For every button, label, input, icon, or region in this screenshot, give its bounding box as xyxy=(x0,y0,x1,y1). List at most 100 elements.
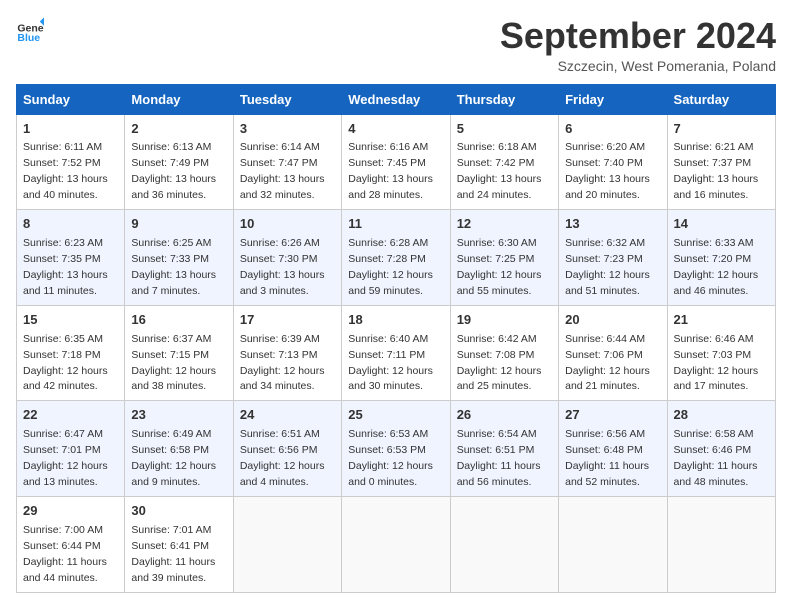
calendar-table: Sunday Monday Tuesday Wednesday Thursday… xyxy=(16,84,776,593)
logo-icon: General Blue xyxy=(16,16,44,44)
day-number: 7 xyxy=(674,120,769,139)
weekday-header-row: Sunday Monday Tuesday Wednesday Thursday… xyxy=(17,84,776,114)
calendar-cell xyxy=(559,496,667,592)
calendar-cell xyxy=(342,496,450,592)
logo: General Blue xyxy=(16,16,44,44)
title-area: September 2024 Szczecin, West Pomerania,… xyxy=(500,16,776,74)
day-number: 28 xyxy=(674,406,769,425)
day-info: Sunrise: 6:20 AMSunset: 7:40 PMDaylight:… xyxy=(565,141,650,201)
day-number: 10 xyxy=(240,215,335,234)
day-info: Sunrise: 6:54 AMSunset: 6:51 PMDaylight:… xyxy=(457,428,541,488)
day-info: Sunrise: 6:44 AMSunset: 7:06 PMDaylight:… xyxy=(565,333,650,393)
calendar-cell: 20 Sunrise: 6:44 AMSunset: 7:06 PMDayligh… xyxy=(559,305,667,401)
header-thursday: Thursday xyxy=(450,84,558,114)
day-number: 17 xyxy=(240,311,335,330)
calendar-cell: 12Sunrise: 6:30 AMSunset: 7:25 PMDayligh… xyxy=(450,210,558,306)
day-info: Sunrise: 6:37 AMSunset: 7:15 PMDaylight:… xyxy=(131,333,216,393)
calendar-cell: 18Sunrise: 6:40 AMSunset: 7:11 PMDayligh… xyxy=(342,305,450,401)
calendar-cell: 25 Sunrise: 6:53 AMSunset: 6:53 PMDayligh… xyxy=(342,401,450,497)
day-info: Sunrise: 6:39 AMSunset: 7:13 PMDaylight:… xyxy=(240,333,325,393)
calendar-cell: 19 Sunrise: 6:42 AMSunset: 7:08 PMDayligh… xyxy=(450,305,558,401)
calendar-cell: 5Sunrise: 6:18 AMSunset: 7:42 PMDaylight… xyxy=(450,114,558,210)
day-info: Sunrise: 6:58 AMSunset: 6:46 PMDaylight:… xyxy=(674,428,758,488)
day-info: Sunrise: 6:56 AMSunset: 6:48 PMDaylight:… xyxy=(565,428,649,488)
day-number: 15 xyxy=(23,311,118,330)
day-info: Sunrise: 6:53 AMSunset: 6:53 PMDaylight:… xyxy=(348,428,433,488)
header-sunday: Sunday xyxy=(17,84,125,114)
day-number: 8 xyxy=(23,215,118,234)
day-info: Sunrise: 6:23 AMSunset: 7:35 PMDaylight:… xyxy=(23,237,108,297)
day-info: Sunrise: 6:14 AMSunset: 7:47 PMDaylight:… xyxy=(240,141,325,201)
day-info: Sunrise: 7:01 AMSunset: 6:41 PMDaylight:… xyxy=(131,524,215,584)
day-number: 20 xyxy=(565,311,660,330)
day-number: 26 xyxy=(457,406,552,425)
day-number: 23 xyxy=(131,406,226,425)
day-number: 27 xyxy=(565,406,660,425)
calendar-cell xyxy=(450,496,558,592)
day-info: Sunrise: 6:51 AMSunset: 6:56 PMDaylight:… xyxy=(240,428,325,488)
calendar-cell xyxy=(667,496,775,592)
header-tuesday: Tuesday xyxy=(233,84,341,114)
day-number: 6 xyxy=(565,120,660,139)
calendar-cell: 17 Sunrise: 6:39 AMSunset: 7:13 PMDayligh… xyxy=(233,305,341,401)
day-info: Sunrise: 6:40 AMSunset: 7:11 PMDaylight:… xyxy=(348,333,433,393)
calendar-cell: 3 Sunrise: 6:14 AMSunset: 7:47 PMDaylight… xyxy=(233,114,341,210)
day-number: 13 xyxy=(565,215,660,234)
day-info: Sunrise: 7:00 AMSunset: 6:44 PMDaylight:… xyxy=(23,524,107,584)
svg-text:Blue: Blue xyxy=(17,32,40,44)
day-info: Sunrise: 6:35 AMSunset: 7:18 PMDaylight:… xyxy=(23,333,108,393)
day-info: Sunrise: 6:28 AMSunset: 7:28 PMDaylight:… xyxy=(348,237,433,297)
day-info: Sunrise: 6:42 AMSunset: 7:08 PMDaylight:… xyxy=(457,333,542,393)
day-number: 24 xyxy=(240,406,335,425)
calendar-cell: 29Sunrise: 7:00 AMSunset: 6:44 PMDayligh… xyxy=(17,496,125,592)
calendar-week-row: 22Sunrise: 6:47 AMSunset: 7:01 PMDayligh… xyxy=(17,401,776,497)
day-number: 11 xyxy=(348,215,443,234)
calendar-cell: 2Sunrise: 6:13 AMSunset: 7:49 PMDaylight… xyxy=(125,114,233,210)
calendar-cell: 24 Sunrise: 6:51 AMSunset: 6:56 PMDayligh… xyxy=(233,401,341,497)
day-info: Sunrise: 6:30 AMSunset: 7:25 PMDaylight:… xyxy=(457,237,542,297)
day-number: 21 xyxy=(674,311,769,330)
header-friday: Friday xyxy=(559,84,667,114)
calendar-week-row: 29Sunrise: 7:00 AMSunset: 6:44 PMDayligh… xyxy=(17,496,776,592)
day-info: Sunrise: 6:11 AMSunset: 7:52 PMDaylight:… xyxy=(23,141,108,201)
calendar-cell: 7 Sunrise: 6:21 AMSunset: 7:37 PMDaylight… xyxy=(667,114,775,210)
calendar-cell: 4Sunrise: 6:16 AMSunset: 7:45 PMDaylight… xyxy=(342,114,450,210)
calendar-cell: 30 Sunrise: 7:01 AMSunset: 6:41 PMDayligh… xyxy=(125,496,233,592)
calendar-cell: 22Sunrise: 6:47 AMSunset: 7:01 PMDayligh… xyxy=(17,401,125,497)
day-info: Sunrise: 6:13 AMSunset: 7:49 PMDaylight:… xyxy=(131,141,216,201)
day-info: Sunrise: 6:33 AMSunset: 7:20 PMDaylight:… xyxy=(674,237,759,297)
calendar-cell xyxy=(233,496,341,592)
calendar-week-row: 15 Sunrise: 6:35 AMSunset: 7:18 PMDayligh… xyxy=(17,305,776,401)
calendar-week-row: 1 Sunrise: 6:11 AMSunset: 7:52 PMDaylight… xyxy=(17,114,776,210)
calendar-cell: 11 Sunrise: 6:28 AMSunset: 7:28 PMDayligh… xyxy=(342,210,450,306)
day-number: 5 xyxy=(457,120,552,139)
day-number: 16 xyxy=(131,311,226,330)
calendar-cell: 9Sunrise: 6:25 AMSunset: 7:33 PMDaylight… xyxy=(125,210,233,306)
day-number: 14 xyxy=(674,215,769,234)
calendar-cell: 15 Sunrise: 6:35 AMSunset: 7:18 PMDayligh… xyxy=(17,305,125,401)
day-info: Sunrise: 6:46 AMSunset: 7:03 PMDaylight:… xyxy=(674,333,759,393)
day-info: Sunrise: 6:26 AMSunset: 7:30 PMDaylight:… xyxy=(240,237,325,297)
day-number: 19 xyxy=(457,311,552,330)
day-number: 1 xyxy=(23,120,118,139)
calendar-cell: 28 Sunrise: 6:58 AMSunset: 6:46 PMDayligh… xyxy=(667,401,775,497)
day-info: Sunrise: 6:49 AMSunset: 6:58 PMDaylight:… xyxy=(131,428,216,488)
day-info: Sunrise: 6:47 AMSunset: 7:01 PMDaylight:… xyxy=(23,428,108,488)
calendar-cell: 14 Sunrise: 6:33 AMSunset: 7:20 PMDayligh… xyxy=(667,210,775,306)
day-info: Sunrise: 6:32 AMSunset: 7:23 PMDaylight:… xyxy=(565,237,650,297)
day-number: 9 xyxy=(131,215,226,234)
calendar-cell: 26 Sunrise: 6:54 AMSunset: 6:51 PMDayligh… xyxy=(450,401,558,497)
calendar-cell: 23 Sunrise: 6:49 AMSunset: 6:58 PMDayligh… xyxy=(125,401,233,497)
day-number: 30 xyxy=(131,502,226,521)
calendar-cell: 6 Sunrise: 6:20 AMSunset: 7:40 PMDaylight… xyxy=(559,114,667,210)
day-number: 3 xyxy=(240,120,335,139)
day-number: 4 xyxy=(348,120,443,139)
month-title: September 2024 xyxy=(500,16,776,56)
calendar-cell: 8 Sunrise: 6:23 AMSunset: 7:35 PMDaylight… xyxy=(17,210,125,306)
header-monday: Monday xyxy=(125,84,233,114)
calendar-cell: 16 Sunrise: 6:37 AMSunset: 7:15 PMDayligh… xyxy=(125,305,233,401)
day-number: 25 xyxy=(348,406,443,425)
location-title: Szczecin, West Pomerania, Poland xyxy=(500,58,776,74)
calendar-cell: 21 Sunrise: 6:46 AMSunset: 7:03 PMDayligh… xyxy=(667,305,775,401)
day-info: Sunrise: 6:21 AMSunset: 7:37 PMDaylight:… xyxy=(674,141,759,201)
